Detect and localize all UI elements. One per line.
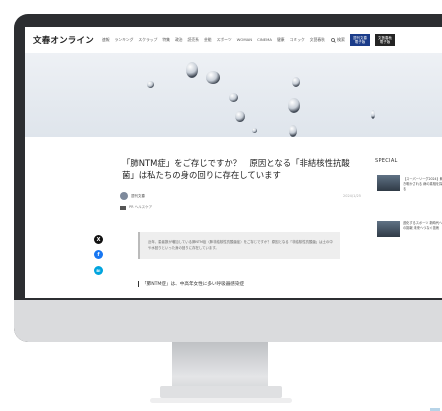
share-facebook-button[interactable]: f	[94, 250, 103, 259]
water-drop	[288, 98, 300, 113]
nav-item[interactable]: 文藝春秋	[310, 37, 325, 43]
stand-shadow	[150, 398, 292, 403]
tag-icon	[120, 205, 126, 210]
nav-item[interactable]: 健康	[277, 37, 285, 43]
nav-item[interactable]: 政治	[175, 37, 183, 43]
share-hatena-button[interactable]: B!	[94, 266, 103, 275]
water-drop	[229, 93, 238, 102]
avatar	[120, 192, 128, 200]
water-drop	[289, 125, 297, 137]
weekly-digital-button[interactable]: 週刊文春 電子版	[349, 33, 370, 47]
nav-item[interactable]: 芸能	[204, 37, 212, 43]
summary-text: 近年、患者数が増加している肺NTM症（肺非結核性抗酸菌症）をご存じですか？ 原因…	[148, 240, 333, 250]
sidebar-thumbnail[interactable]	[377, 175, 400, 191]
author-line[interactable]: 週刊文春	[120, 192, 145, 200]
water-drop	[371, 110, 375, 119]
tag-label: PR ヘルスケア	[129, 205, 153, 209]
nav-item[interactable]: CINEMA	[257, 37, 272, 43]
nav-item[interactable]: 特集	[162, 37, 170, 43]
water-drop	[206, 71, 220, 84]
author-name: 週刊文春	[131, 193, 145, 198]
nav-item[interactable]: WOMAN	[237, 37, 252, 43]
screen: 文春オンライン 速報 ランキング スクラップ 特集 政治 読売系 芸能 スポーツ…	[25, 27, 442, 298]
monitor-chin	[14, 300, 442, 342]
nav-item[interactable]: 読売系	[188, 37, 199, 43]
monitor-stand-neck	[172, 342, 268, 392]
hatena-icon: B!	[96, 268, 101, 273]
section-heading: 「肺NTM症」は、中高年女性に多い呼吸器感染症	[138, 281, 244, 287]
nav-item[interactable]: コミック	[290, 37, 305, 43]
x-icon: X	[96, 236, 101, 243]
search-icon	[331, 37, 336, 43]
water-drop	[292, 77, 300, 87]
publish-date: 2024/1/25	[343, 194, 361, 198]
nav-item[interactable]: スクラップ	[138, 37, 157, 43]
sidebar-item-text[interactable]: 進化するスポーツ 新時代への挑戦 未来へつなぐ技術	[403, 221, 442, 231]
article-summary: 近年、患者数が増加している肺NTM症（肺非結核性抗酸菌症）をご存じですか？ 原因…	[138, 232, 340, 259]
site-header: 文春オンライン 速報 ランキング スクラップ 特集 政治 読売系 芸能 スポーツ…	[25, 27, 442, 53]
article-tag[interactable]: PR ヘルスケア	[120, 205, 152, 210]
sidebar-thumbnail[interactable]	[377, 221, 400, 237]
monitor-stand-base	[160, 386, 282, 398]
sidebar-heading: SPECIAL	[375, 158, 398, 164]
sidebar-item-text[interactable]: 【スーパーリーグ2024】解き明かされる 病の真相を探る	[403, 177, 442, 191]
share-x-button[interactable]: X	[94, 235, 103, 244]
bungei-digital-button[interactable]: 文藝春秋 電子版	[374, 33, 395, 47]
water-drop	[252, 128, 257, 133]
global-nav: 速報 ランキング スクラップ 特集 政治 読売系 芸能 スポーツ WOMAN C…	[102, 37, 325, 43]
nav-item[interactable]: 速報	[102, 37, 110, 43]
nav-item[interactable]: スポーツ	[217, 37, 232, 43]
site-logo[interactable]: 文春オンライン	[33, 34, 94, 46]
search-label: 検索	[336, 37, 345, 42]
facebook-icon: f	[97, 251, 100, 258]
hero-image	[25, 53, 442, 137]
search-button[interactable]: 検索	[331, 37, 345, 43]
water-drop	[235, 111, 245, 122]
water-drop	[147, 81, 154, 88]
article-title: 「肺NTM症」をご存じですか？ 原因となる「非結核性抗酸菌」は私たちの身の回りに…	[122, 158, 350, 180]
water-drop	[186, 62, 198, 78]
nav-item[interactable]: ランキング	[115, 37, 134, 43]
